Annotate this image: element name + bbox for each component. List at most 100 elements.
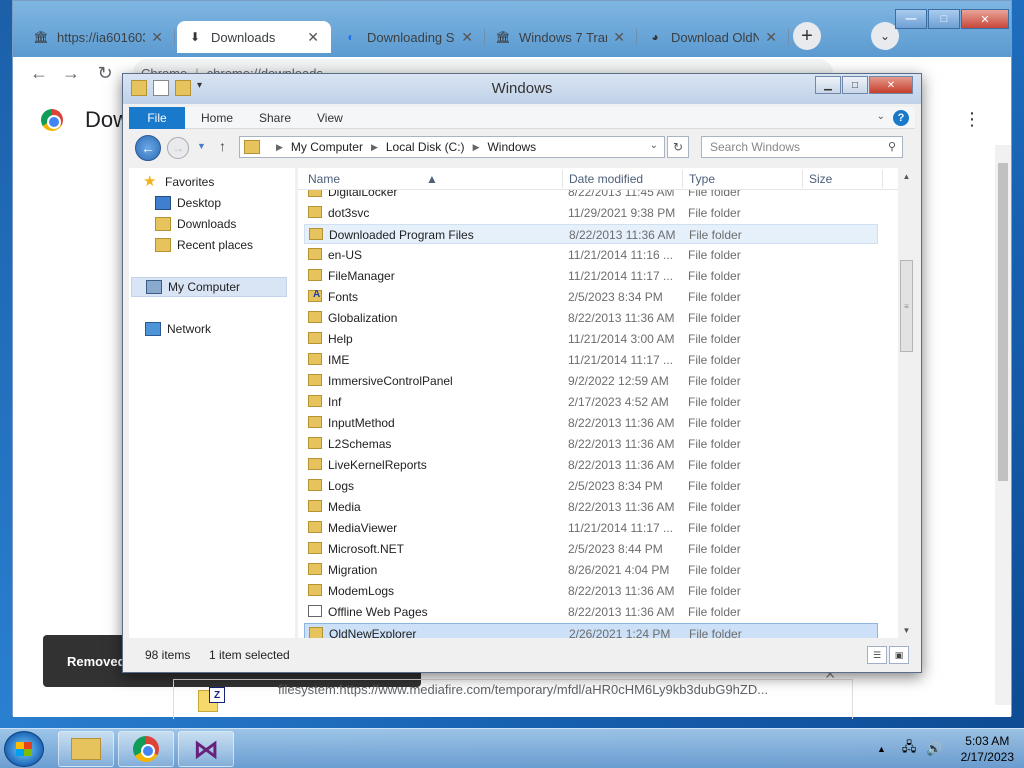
nav-network[interactable]: Network [145, 319, 211, 339]
column-size[interactable]: Size [809, 172, 832, 186]
more-menu-icon[interactable]: ⋮ [963, 109, 981, 130]
file-row[interactable]: Fonts 2/5/2023 8:34 PM File folder [304, 287, 878, 307]
maximize-button[interactable]: □ [928, 9, 960, 29]
tab-view[interactable]: View [305, 107, 355, 129]
chevron-right-icon[interactable]: ▶ [473, 142, 480, 153]
file-row[interactable]: Inf 2/17/2023 4:52 AM File folder [304, 392, 878, 412]
close-button[interactable]: ✕ [869, 76, 913, 94]
file-row[interactable]: Downloaded Program Files 8/22/2013 11:36 … [304, 224, 878, 244]
forward-arrow-icon[interactable]: → [167, 137, 189, 159]
minimize-button[interactable]: ▁ [815, 76, 841, 94]
tab-home[interactable]: Home [189, 107, 245, 129]
expand-ribbon-icon[interactable]: ⌄ [877, 111, 885, 122]
file-date: 11/21/2014 11:16 ... [568, 248, 673, 262]
file-row[interactable]: Offline Web Pages 8/22/2013 11:36 AM File … [304, 602, 878, 622]
close-tab-icon[interactable]: ✕ [613, 29, 625, 46]
tab-downloads[interactable]: ⬇ Downloads ✕ [177, 21, 331, 53]
scroll-up-icon[interactable]: ▲ [898, 168, 915, 184]
chevron-right-icon[interactable]: ▶ [371, 142, 378, 153]
clock[interactable]: 5:03 AM 2/17/2023 [961, 733, 1014, 765]
search-input[interactable]: Search Windows ⚲ [701, 136, 903, 158]
up-arrow-icon[interactable]: ↑ [219, 138, 226, 154]
refresh-icon[interactable]: ↻ [667, 136, 689, 158]
column-type[interactable]: Type [689, 172, 715, 186]
file-row[interactable]: Media 8/22/2013 11:36 AM File folder [304, 497, 878, 517]
maximize-button[interactable]: □ [842, 76, 868, 94]
file-row[interactable]: en-US 11/21/2014 11:16 ... File folder [304, 245, 878, 265]
large-icons-view-icon[interactable]: ▣ [889, 646, 909, 664]
scroll-down-icon[interactable]: ▼ [898, 622, 915, 638]
path-box[interactable]: ▶ My Computer ▶ Local Disk (C:) ▶ Window… [239, 136, 665, 158]
file-row[interactable]: Microsoft.NET 2/5/2023 8:44 PM File folder [304, 539, 878, 559]
taskbar-explorer[interactable] [58, 731, 114, 767]
file-row[interactable]: ModemLogs 8/22/2013 11:36 AM File folder [304, 581, 878, 601]
tab-downloading[interactable]: ◐ Downloading St ✕ [333, 21, 485, 53]
taskbar-visual-studio[interactable]: ⋈ [178, 731, 234, 767]
recent-locations-icon[interactable]: ▼ [197, 141, 206, 151]
column-divider[interactable] [802, 170, 803, 188]
close-tab-icon[interactable]: ✕ [765, 29, 777, 46]
nav-downloads[interactable]: Downloads [155, 214, 236, 234]
nav-my-computer[interactable]: My Computer [131, 277, 287, 297]
file-row[interactable]: IME 11/21/2014 11:17 ... File folder [304, 350, 878, 370]
reload-icon[interactable]: ↻ [93, 61, 117, 85]
tab-windows7[interactable]: 🏛 Windows 7 Tran ✕ [485, 21, 637, 53]
file-row[interactable]: dot3svc 11/29/2021 9:38 PM File folder [304, 203, 878, 223]
file-type: File folder [688, 374, 741, 388]
nav-favorites[interactable]: ★ Favorites [143, 172, 214, 192]
column-divider[interactable] [682, 170, 683, 188]
file-row[interactable]: Migration 8/26/2021 4:04 PM File folder [304, 560, 878, 580]
column-divider[interactable] [882, 170, 883, 188]
help-icon[interactable]: ? [893, 110, 909, 126]
breadcrumb-localdisk[interactable]: Local Disk (C:) [386, 140, 465, 154]
back-arrow-icon[interactable]: ← [135, 135, 161, 161]
item-count: 98 items [145, 648, 191, 662]
breadcrumb-windows[interactable]: Windows [487, 140, 536, 154]
file-row[interactable]: Logs 2/5/2023 8:34 PM File folder [304, 476, 878, 496]
back-arrow-icon[interactable]: ← [27, 61, 51, 85]
breadcrumb-mycomputer[interactable]: My Computer [291, 140, 363, 154]
forward-arrow-icon[interactable]: → [59, 61, 83, 85]
page-scrollbar[interactable] [995, 145, 1011, 705]
file-row[interactable]: FileManager 11/21/2014 11:17 ... File fold… [304, 266, 878, 286]
file-row[interactable]: OldNewExplorer 2/26/2021 1:24 PM File fold… [304, 623, 878, 638]
scroll-thumb[interactable] [998, 163, 1008, 481]
file-row[interactable]: DigitalLocker 8/22/2013 11:45 AM File fold… [304, 190, 878, 202]
start-button[interactable] [4, 731, 44, 767]
close-tab-icon[interactable]: ✕ [151, 29, 163, 46]
nav-label: My Computer [168, 280, 241, 294]
file-row[interactable]: Help 11/21/2014 3:00 AM File folder [304, 329, 878, 349]
column-divider[interactable] [562, 170, 563, 188]
file-list-scrollbar[interactable]: ▲ ≡ ▼ [898, 168, 915, 638]
path-dropdown-icon[interactable]: ⌄ [650, 140, 658, 151]
show-hidden-icons-icon[interactable]: ▲ [877, 744, 886, 754]
file-row[interactable]: MediaViewer 11/21/2014 11:17 ... File fold… [304, 518, 878, 538]
minimize-button[interactable]: — [895, 9, 927, 29]
volume-icon[interactable]: 🔊 [926, 741, 942, 757]
file-date: 8/22/2013 11:36 AM [568, 311, 675, 325]
file-row[interactable]: LiveKernelReports 8/22/2013 11:36 AM File … [304, 455, 878, 475]
nav-desktop[interactable]: Desktop [155, 193, 221, 213]
file-row[interactable]: Globalization 8/22/2013 11:36 AM File fold… [304, 308, 878, 328]
nav-recent-places[interactable]: Recent places [155, 235, 253, 255]
column-date-modified[interactable]: Date modified [569, 172, 643, 186]
download-url[interactable]: filesystem:https://www.mediafire.com/tem… [278, 682, 768, 697]
tab-file[interactable]: File [129, 107, 185, 129]
tab-share[interactable]: Share [247, 107, 303, 129]
network-tray-icon[interactable]: 🖧 [902, 738, 917, 760]
tab-archive[interactable]: 🏛 https://ia601603 ✕ [23, 21, 175, 53]
column-name[interactable]: Name [308, 172, 340, 186]
scroll-thumb[interactable]: ≡ [900, 260, 913, 352]
details-view-icon[interactable]: ☰ [867, 646, 887, 664]
folder-icon [308, 479, 322, 491]
file-row[interactable]: InputMethod 8/22/2013 11:36 AM File folder [304, 413, 878, 433]
tab-download-oldnew[interactable]: ◕ Download OldN ✕ [637, 21, 789, 53]
taskbar-chrome[interactable] [118, 731, 174, 767]
chevron-right-icon[interactable]: ▶ [276, 142, 283, 153]
file-row[interactable]: L2Schemas 8/22/2013 11:36 AM File folder [304, 434, 878, 454]
new-tab-button[interactable]: + [793, 22, 821, 50]
close-tab-icon[interactable]: ✕ [307, 29, 319, 46]
close-button[interactable]: ✕ [961, 9, 1009, 29]
file-row[interactable]: ImmersiveControlPanel 9/2/2022 12:59 AM Fi… [304, 371, 878, 391]
close-tab-icon[interactable]: ✕ [461, 29, 473, 46]
